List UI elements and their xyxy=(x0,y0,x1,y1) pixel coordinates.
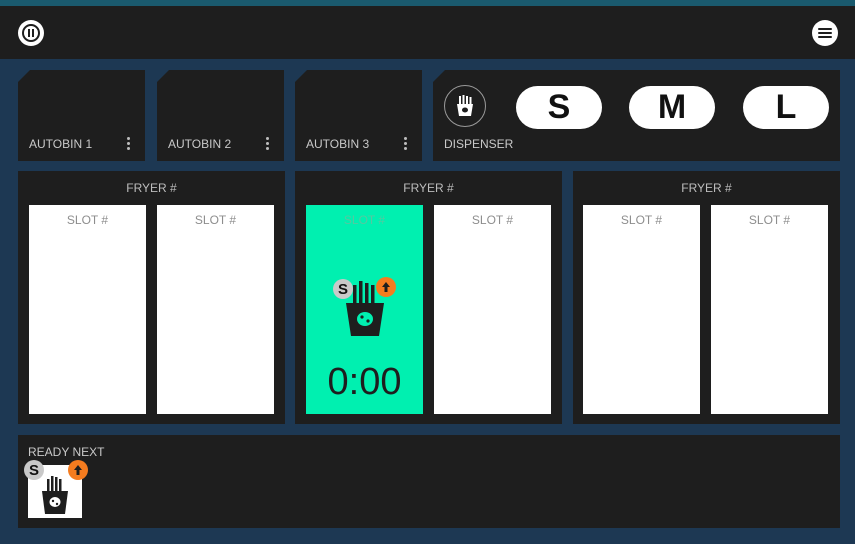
pause-icon xyxy=(22,24,40,42)
hamburger-menu-icon xyxy=(818,28,832,38)
size-badge: S xyxy=(24,460,44,480)
pause-button[interactable] xyxy=(18,20,44,46)
arrow-up-badge-icon xyxy=(376,277,396,297)
autobin-1[interactable]: AUTOBIN 1 xyxy=(18,70,145,161)
more-options-icon[interactable] xyxy=(264,137,270,151)
slot-label: SLOT # xyxy=(194,213,237,227)
fryer-title: FRYER # xyxy=(681,181,732,195)
more-options-icon[interactable] xyxy=(125,137,131,151)
slot-label: SLOT # xyxy=(620,213,663,227)
fryer-title: FRYER # xyxy=(403,181,454,195)
ready-next-label: READY NEXT xyxy=(28,445,105,459)
fryer-slot[interactable]: SLOT # xyxy=(434,205,551,414)
fryer-slot[interactable]: SLOT # xyxy=(157,205,274,414)
slot-label: SLOT # xyxy=(343,213,386,227)
autobin-label: AUTOBIN 2 xyxy=(168,137,232,151)
size-large-button[interactable]: L xyxy=(743,86,829,129)
slot-label: SLOT # xyxy=(748,213,791,227)
menu-button[interactable] xyxy=(812,20,838,46)
autobin-3[interactable]: AUTOBIN 3 xyxy=(295,70,422,161)
fryer-slot-active[interactable]: SLOT # S 0:00 xyxy=(306,205,423,414)
more-options-icon[interactable] xyxy=(402,137,408,151)
dispenser-label: DISPENSER xyxy=(444,137,514,151)
fryer-3: FRYER # SLOT # SLOT # xyxy=(573,171,840,424)
arrow-up-badge-icon xyxy=(68,460,88,480)
size-small-button[interactable]: S xyxy=(516,86,602,129)
fries-icon xyxy=(42,476,68,514)
slot-label: SLOT # xyxy=(66,213,109,227)
fryer-slot[interactable]: SLOT # xyxy=(29,205,146,414)
dispenser-fries-button[interactable] xyxy=(444,85,486,127)
size-medium-button[interactable]: M xyxy=(629,86,715,129)
slot-label: SLOT # xyxy=(471,213,514,227)
autobin-label: AUTOBIN 3 xyxy=(306,137,370,151)
autobin-label: AUTOBIN 1 xyxy=(29,137,93,151)
size-badge: S xyxy=(333,279,353,299)
fryer-1: FRYER # SLOT # SLOT # xyxy=(18,171,285,424)
fryer-slot[interactable]: SLOT # xyxy=(711,205,828,414)
top-bar xyxy=(0,6,855,59)
ready-next-panel: READY NEXT S xyxy=(18,435,840,528)
slot-timer: 0:00 xyxy=(327,361,402,403)
fries-icon xyxy=(457,95,473,116)
fryer-2: FRYER # SLOT # S 0:00 SLOT # xyxy=(295,171,562,424)
autobin-2[interactable]: AUTOBIN 2 xyxy=(157,70,284,161)
fryer-slot[interactable]: SLOT # xyxy=(583,205,700,414)
fryer-title: FRYER # xyxy=(126,181,177,195)
